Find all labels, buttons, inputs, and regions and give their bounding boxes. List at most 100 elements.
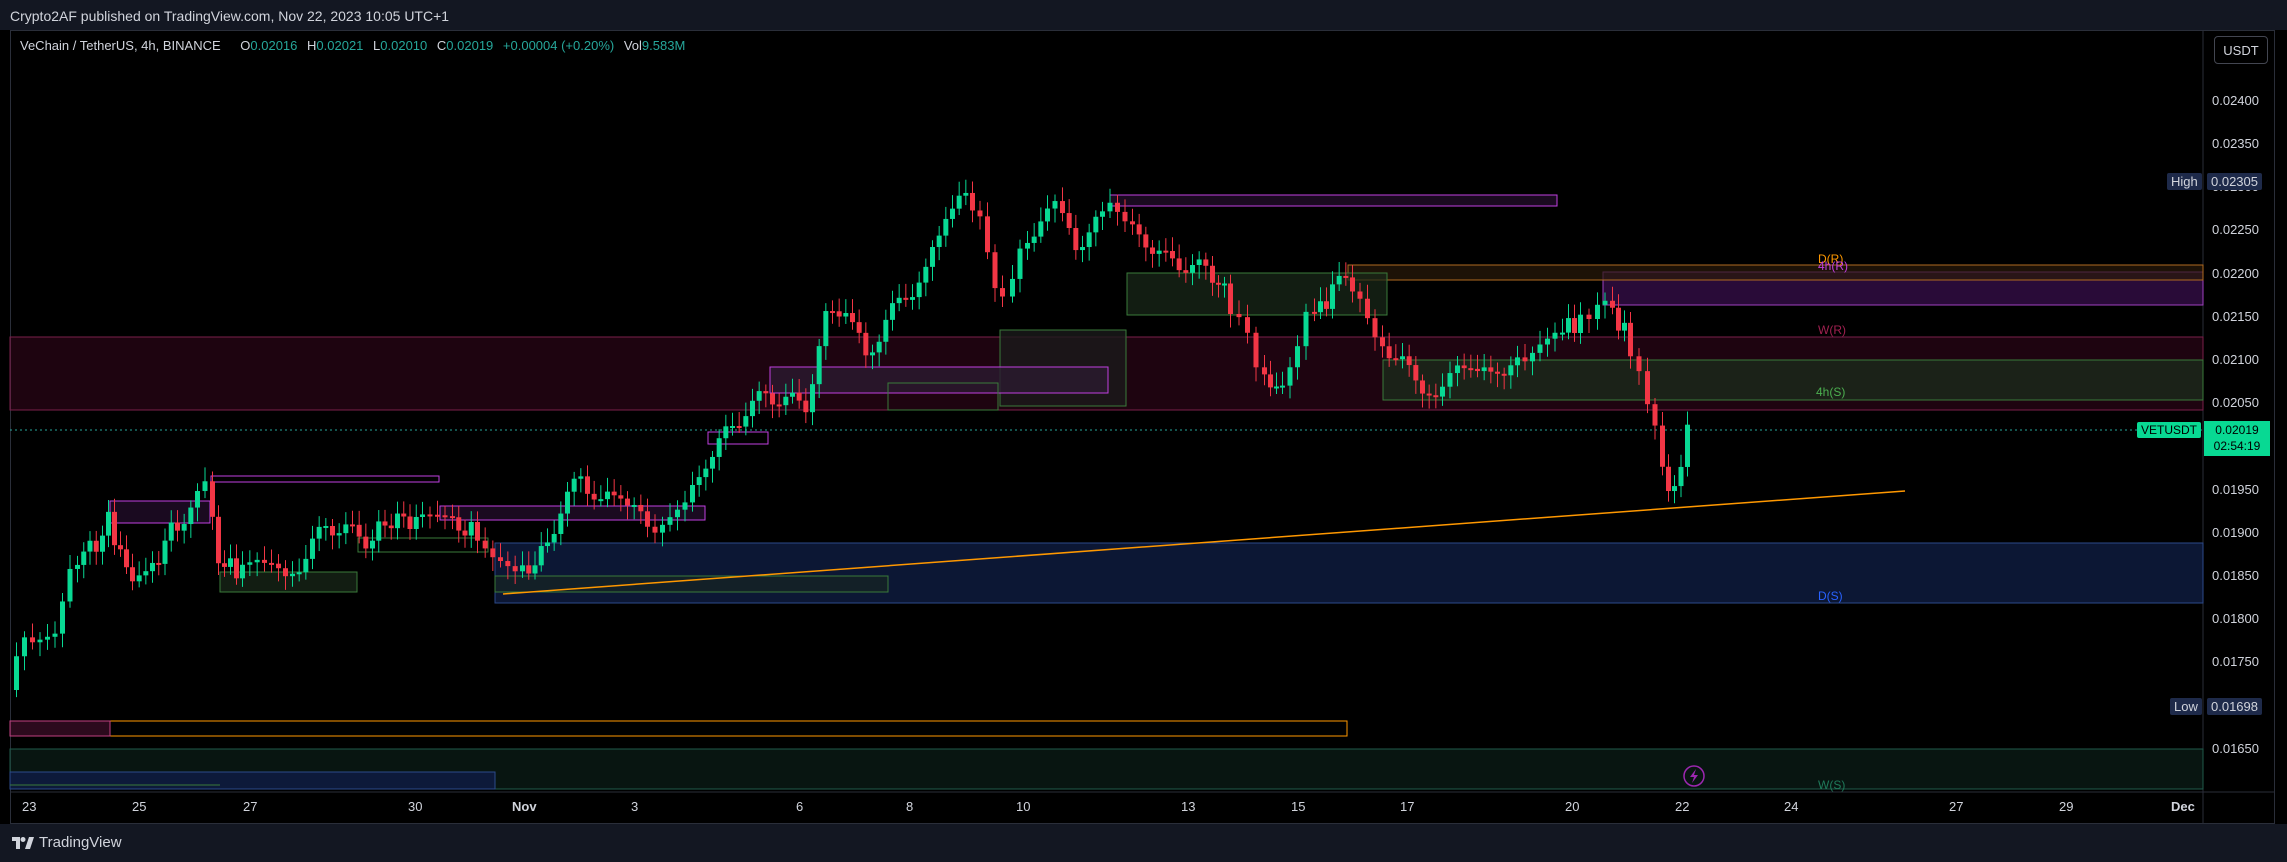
candle-body (1508, 365, 1514, 376)
candle-body (143, 571, 149, 576)
candle-body (850, 313, 855, 323)
orange-zone-bottom (9, 720, 1348, 737)
high-value: 0.02021 (316, 38, 364, 53)
candle-body (330, 526, 335, 536)
candle-body (22, 637, 27, 657)
open-value: 0.02016 (250, 38, 298, 53)
time-tick-label: 20 (1565, 799, 1579, 814)
candle-body (816, 346, 822, 385)
time-axis[interactable]: 23 25 27 30 Nov 3 6 8 10 13 15 17 20 22 24 27 29 Dec (22, 799, 2195, 814)
price-chart[interactable]: D(R) 4h(R) W(R) 4h(S) D(S) W(S) 0.02400 0… (0, 0, 2287, 862)
purple-zone-left3 (439, 505, 706, 521)
candle-body (1678, 466, 1684, 487)
zone-labels: D(R) 4h(R) W(R) 4h(S) D(S) W(S) (1816, 252, 1848, 792)
candle-body (356, 524, 362, 537)
candle-body (290, 573, 295, 577)
candle-body (296, 572, 302, 575)
candle-body (1000, 288, 1005, 297)
candle-body (370, 540, 375, 549)
candle-body (30, 637, 35, 643)
candle-body (736, 426, 742, 429)
candle-body (1038, 221, 1044, 237)
candle-body (950, 208, 955, 219)
green-zone-mid (1126, 272, 1388, 316)
candle-body (81, 551, 87, 565)
candle-body (1652, 404, 1658, 426)
symbol-price-tag: VETUSDT (2137, 422, 2202, 438)
candle-body (1150, 247, 1155, 254)
candle-body (482, 540, 488, 549)
price-tick-label: 0.02150 (2212, 309, 2259, 324)
candle-body (682, 502, 688, 510)
candle-body (970, 192, 975, 211)
candle-body (903, 297, 909, 300)
time-tick-label: 10 (1016, 799, 1030, 814)
candle-body (407, 516, 413, 529)
candle-body (1495, 371, 1500, 374)
candle-body (1086, 232, 1092, 248)
candle-body (1052, 201, 1058, 209)
candle-body (776, 404, 782, 407)
zones-layer (9, 194, 2204, 790)
price-tick-label: 0.02050 (2212, 395, 2259, 410)
candle-body (1616, 307, 1621, 331)
candle-body (195, 491, 200, 508)
candle-body (130, 567, 135, 582)
candle-body (100, 535, 105, 552)
candle-body (890, 303, 895, 320)
candle-body (363, 536, 369, 549)
candle-body (1602, 300, 1608, 305)
candle-body (395, 513, 400, 529)
candle-body (1522, 357, 1528, 362)
candle-body (376, 521, 382, 541)
candle-body (124, 549, 129, 568)
candle-body (703, 468, 709, 478)
tradingview-brand[interactable]: TradingView (12, 834, 122, 851)
purple-zone-left (210, 475, 440, 483)
candle-body (1017, 248, 1023, 279)
candle-body (1380, 337, 1385, 347)
candle-body (1280, 385, 1285, 388)
candle-body (896, 297, 902, 304)
candle-body (625, 498, 630, 506)
candle-body (638, 504, 644, 512)
price-tick-label: 0.02200 (2212, 266, 2259, 281)
candle-body (512, 566, 518, 572)
high-label: H (307, 38, 317, 53)
footer-bar (0, 824, 2287, 862)
candle-body (585, 476, 590, 494)
candle-body (420, 514, 425, 517)
time-tick-label: 6 (796, 799, 803, 814)
candle-body (336, 533, 342, 536)
candle-body (1628, 322, 1633, 357)
candle-body (1552, 332, 1558, 339)
candle-body (323, 526, 329, 529)
candle-body (652, 526, 658, 533)
candle-body (1060, 201, 1065, 214)
time-tick-label: 15 (1291, 799, 1305, 814)
candle-body (254, 559, 260, 563)
zone-label-4h-s: 4h(S) (1816, 385, 1845, 399)
candle-body (316, 526, 322, 539)
close-label: C (436, 38, 447, 53)
candle-body (240, 564, 245, 579)
candle-body (810, 384, 815, 413)
candle-body (188, 507, 194, 525)
blue-zone-bottom (9, 771, 496, 790)
candle-body (856, 322, 862, 333)
candle-body (310, 538, 315, 559)
candle-body (234, 558, 239, 579)
candle-body (756, 391, 762, 401)
candle-body (667, 517, 673, 525)
candle-body (1343, 275, 1349, 278)
candle-body (1143, 234, 1149, 248)
currency-button[interactable]: USDT (2214, 36, 2268, 64)
symbol-name[interactable]: VeChain / TetherUS, 4h, BINANCE (20, 38, 221, 53)
candle-body (222, 563, 227, 567)
candle-body (202, 481, 208, 492)
time-tick-label: 3 (631, 799, 638, 814)
candle-body (87, 540, 93, 552)
time-tick-label: 25 (132, 799, 146, 814)
candle-body (1245, 317, 1250, 333)
candle-body (618, 495, 624, 499)
